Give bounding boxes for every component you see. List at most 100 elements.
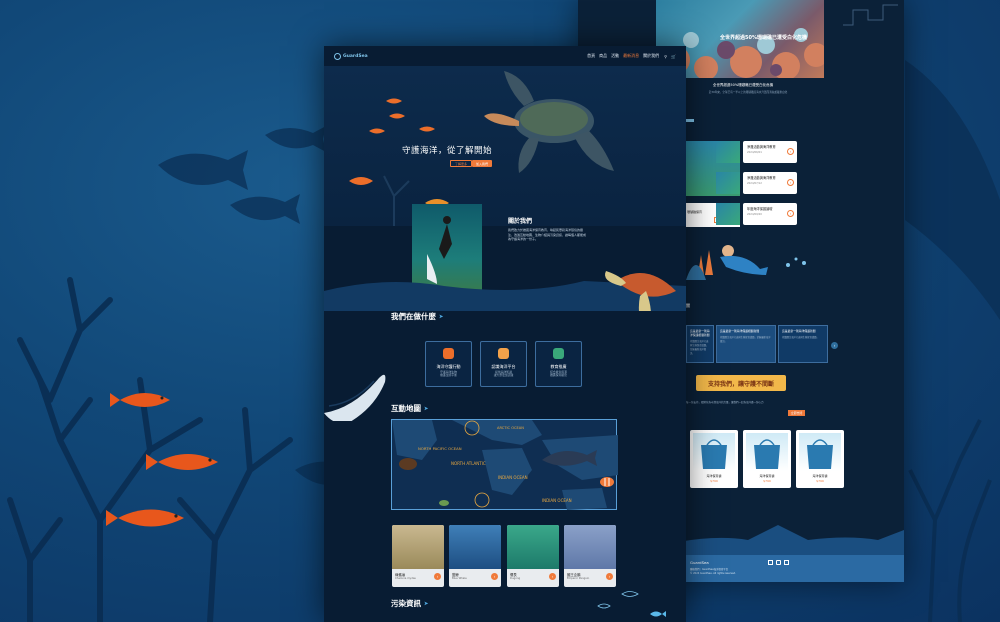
product-name: 海洋保育袋: [812, 474, 828, 478]
event-card-1[interactable]: 淨灘活動與海洋教育 2024/07/12 ›: [716, 172, 797, 194]
animal-card-3[interactable]: 國王企鵝 Emperor Penguin ›: [564, 525, 616, 587]
fish-icon: ➤: [424, 405, 429, 412]
logo-icon: [334, 52, 341, 60]
logo[interactable]: GuardSea: [334, 52, 368, 60]
product-card-1[interactable]: 海洋保育袋 $799: [743, 430, 791, 488]
hero-title: 守護海洋，從了解開始: [402, 146, 493, 156]
map-label-indian-2: INDIAN OCEAN: [542, 498, 572, 503]
social-icons: [768, 560, 789, 565]
event-card-0[interactable]: 淨灘活動與海洋教育 2024/06/01 ›: [716, 141, 797, 163]
join-us-button[interactable]: 加入我們: [472, 160, 493, 167]
product-price: $799: [763, 479, 771, 483]
front-page-preview: GuardSea 首頁 商品 活動 最新消息 關於我們 ⚲ 🛒 守護海洋，從了解開始 了…: [324, 46, 686, 622]
arrow-right-icon[interactable]: ›: [787, 179, 794, 186]
event-thumb: [716, 141, 740, 163]
fish-icon: ➤: [424, 600, 429, 607]
event-thumb: [716, 172, 740, 194]
news-body: 持續關注海洋污染與生態保育議題，掌握最新海洋資訊。: [720, 336, 771, 343]
animal-en-name: Dugong: [510, 577, 521, 580]
support-text: 每一份支持，都將化為守護海洋的力量，讓我們一起為海洋盡一份心力: [686, 401, 764, 404]
footer-brand: GuardSea: [690, 560, 709, 565]
service-card-2[interactable]: 教育推廣 結合教育資源 推廣保育觀念: [535, 341, 582, 387]
event-thumb: [716, 203, 740, 225]
arrow-right-icon[interactable]: ›: [549, 573, 556, 580]
seabed-with-turtle: [324, 271, 686, 311]
nav-item-4[interactable]: 關於我們: [643, 53, 659, 59]
interactive-map[interactable]: NORTH PACIFIC OCEAN ARCTIC OCEAN NORTH A…: [391, 419, 618, 510]
news-body: 持續關注海洋污染與生態保育議題，掌握最新海洋資訊。: [690, 340, 709, 355]
animal-image: [449, 525, 501, 569]
service-card-0[interactable]: 海洋守護行動 守護海洋生物 維護生態平衡: [425, 341, 472, 387]
animal-en-name: Emperor Penguin: [567, 577, 590, 580]
hero-illustration: [349, 71, 614, 226]
orange-fish-group: [106, 393, 218, 527]
news-title: 這是最新一則海洋保護新聞: [782, 329, 816, 333]
animal-en-name: Blue Whale: [452, 577, 467, 580]
event-card-2[interactable]: 年度海洋保護論壇 2024/09/20 ›: [716, 203, 797, 225]
pollution-title: 污染資訊 ➤: [391, 599, 429, 608]
mail-icon[interactable]: [784, 560, 789, 565]
arrow-right-icon[interactable]: ›: [434, 573, 441, 580]
support-banner: 支持我們，讓守護不間斷: [696, 375, 786, 391]
tote-bag-image: [693, 433, 735, 471]
nav-item-2[interactable]: 活動: [611, 53, 619, 59]
animal-image: [564, 525, 616, 569]
service-card-desc: 結合教育資源 推廣保育觀念: [550, 370, 567, 378]
event-title: 淨灘活動與海洋教育: [747, 176, 776, 180]
news-card-2[interactable]: 這是最新一則海洋保護相關新聞持續關注海洋污染與生態保育議題，掌握最新海洋資訊。: [686, 325, 714, 363]
top-nav: GuardSea 首頁 商品 活動 最新消息 關於我們 ⚲ 🛒: [324, 46, 686, 66]
product-name: 海洋保育袋: [759, 474, 775, 478]
diver-illustration: [686, 245, 806, 280]
product-name: 海洋保育袋: [706, 474, 722, 478]
about-body: 我們致力於推廣海洋保育教育，喚起民眾對海洋環境的關注，透過互動地圖、生物介紹與污…: [508, 228, 587, 241]
product-card-2[interactable]: 海洋保育袋 $799: [796, 430, 844, 488]
arrow-right-icon[interactable]: ›: [787, 210, 794, 217]
support-button[interactable]: 立即支持: [788, 410, 806, 416]
product-price: $799: [710, 479, 718, 483]
animal-image: [392, 525, 444, 569]
maze-decor: [843, 4, 898, 26]
sea-turtle: [484, 71, 614, 173]
arrow-right-icon[interactable]: ›: [491, 573, 498, 580]
news-next-button[interactable]: ›: [831, 342, 838, 349]
map-label-north-atlantic: NORTH ATLANTIC: [451, 461, 486, 466]
whale-illustration: [324, 374, 386, 421]
arrow-right-icon[interactable]: ›: [787, 148, 794, 155]
arrow-right-icon[interactable]: ›: [606, 573, 613, 580]
animal-card-1[interactable]: 藍鯨 Blue Whale ›: [449, 525, 501, 587]
news-title: 這是最新一則海洋保護相關新聞: [690, 329, 710, 337]
map-label-north-pacific: NORTH PACIFIC OCEAN: [418, 446, 462, 451]
animal-card-2[interactable]: 儒艮 Dugong ›: [507, 525, 559, 587]
coral-icon: [443, 348, 454, 359]
event-title: 年度海洋保護論壇: [747, 207, 773, 211]
product-price: $799: [816, 479, 824, 483]
what-we-do-title: 我們在做什麼 ➤: [391, 312, 444, 321]
animal-en-name: Chelonia mydas: [395, 577, 416, 580]
cart-icon[interactable]: 🛒: [671, 54, 676, 59]
nav-item-0[interactable]: 首頁: [587, 53, 595, 59]
tote-bag-image: [746, 433, 788, 471]
nav-item-1[interactable]: 商品: [599, 53, 607, 59]
news-card-0[interactable]: 這是最新一則海洋保護相關新聞持續關注海洋污染與生態保育議題，掌握最新海洋資訊。: [716, 325, 776, 363]
learn-more-button[interactable]: 了解更多: [450, 160, 473, 167]
animal-card-0[interactable]: 綠蠵龜 Chelonia mydas ›: [392, 525, 444, 587]
animal-image: [507, 525, 559, 569]
service-card-desc: 提供海洋知識 讓大眾更加認識: [493, 370, 514, 378]
small-fish-decor: [597, 591, 639, 609]
news-title: 這是最新一則海洋保護相關新聞: [720, 329, 760, 333]
tote-bag-image: [799, 433, 841, 471]
event-title: 淨灘活動與海洋教育: [747, 145, 776, 149]
product-card-0[interactable]: 海洋保育袋 $799: [690, 430, 738, 488]
service-card-1[interactable]: 認識海洋平台 提供海洋知識 讓大眾更加認識: [480, 341, 527, 387]
map-title: 互動地圖 ➤: [391, 404, 429, 413]
fish-icon: [498, 348, 509, 359]
blue-fish-icon: [650, 611, 666, 617]
fish-icon: ➤: [439, 313, 444, 320]
book-icon: [553, 348, 564, 359]
news-body: 持續關注海洋污染與生態保育議題。: [782, 336, 819, 339]
facebook-icon[interactable]: [768, 560, 773, 565]
nav-item-3[interactable]: 最新消息: [623, 53, 639, 59]
news-card-1[interactable]: 這是最新一則海洋保護新聞 持續關注海洋污染與生態保育議題。: [778, 325, 828, 363]
instagram-icon[interactable]: [776, 560, 781, 565]
user-icon[interactable]: ⚲: [664, 54, 667, 59]
